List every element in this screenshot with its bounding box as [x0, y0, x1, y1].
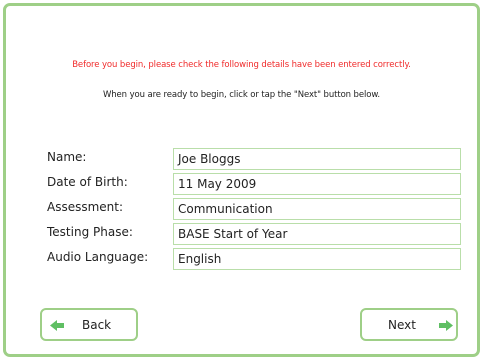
testing-phase-field: BASE Start of Year [173, 223, 461, 245]
next-label: Next [388, 318, 416, 332]
assessment-label: Assessment: [47, 200, 124, 214]
assessment-field: Communication [173, 198, 461, 220]
testing-phase-label: Testing Phase: [47, 225, 133, 239]
details-panel: Before you begin, please check the follo… [3, 3, 480, 357]
arrow-right-icon [439, 320, 453, 331]
arrow-left-icon [50, 320, 64, 331]
back-label: Back [82, 318, 112, 332]
next-button[interactable]: Next [360, 308, 458, 341]
name-field: Joe Bloggs [173, 148, 461, 170]
audio-language-field: English [173, 248, 461, 270]
date-of-birth-field: 11 May 2009 [173, 173, 461, 195]
name-label: Name: [47, 150, 87, 164]
audio-language-label: Audio Language: [47, 250, 149, 264]
instruction-message: When you are ready to begin, click or ta… [102, 90, 381, 100]
date-of-birth-label: Date of Birth: [47, 175, 128, 189]
back-button[interactable]: Back [40, 308, 138, 341]
warning-message: Before you begin, please check the follo… [72, 60, 411, 70]
